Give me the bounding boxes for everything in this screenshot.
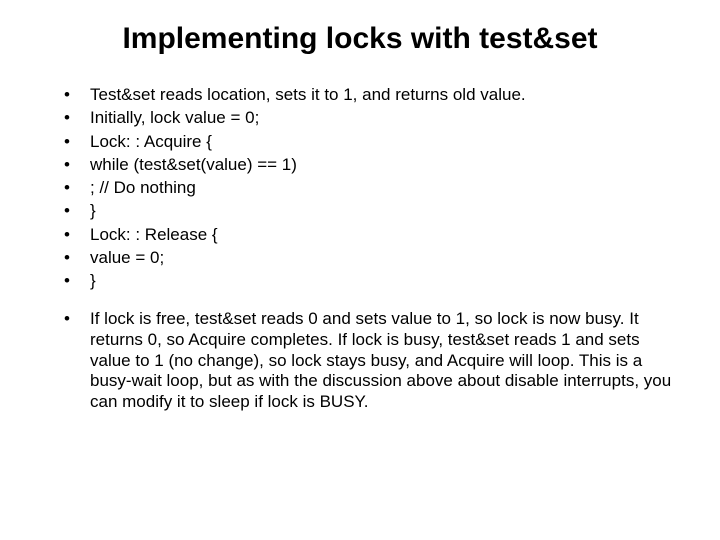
- list-item: }: [64, 270, 680, 291]
- list-item: value = 0;: [64, 247, 680, 268]
- list-item: ; // Do nothing: [64, 177, 680, 198]
- slide-title: Implementing locks with test&set: [40, 22, 680, 56]
- list-item: Test&set reads location, sets it to 1, a…: [64, 84, 680, 105]
- slide: Implementing locks with test&set Test&se…: [0, 0, 720, 540]
- list-item: Lock: : Release {: [64, 224, 680, 245]
- list-item: }: [64, 200, 680, 221]
- bullet-list-code: Test&set reads location, sets it to 1, a…: [40, 84, 680, 291]
- bullet-list-paragraph: If lock is free, test&set reads 0 and se…: [40, 309, 680, 413]
- list-item: Lock: : Acquire {: [64, 131, 680, 152]
- list-item: while (test&set(value) == 1): [64, 154, 680, 175]
- list-item: If lock is free, test&set reads 0 and se…: [64, 309, 680, 413]
- list-item: Initially, lock value = 0;: [64, 107, 680, 128]
